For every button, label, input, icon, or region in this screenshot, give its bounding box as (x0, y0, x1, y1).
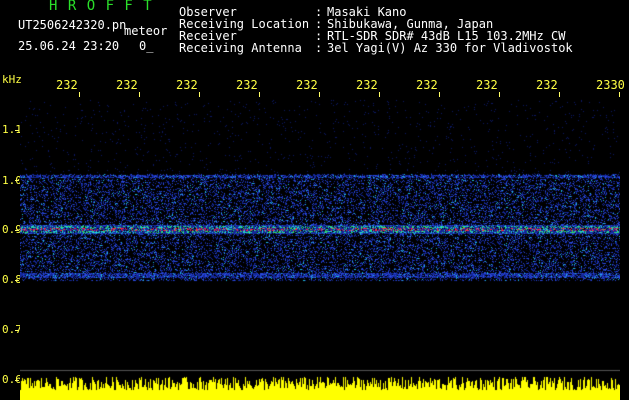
freq-tick (15, 130, 19, 131)
time-tick (259, 92, 260, 97)
time-tick (619, 92, 620, 97)
app-title: H R O F F T (49, 0, 153, 14)
time-tick (199, 92, 200, 97)
time-tick-label: 232 (356, 78, 378, 92)
freq-tick (15, 230, 19, 231)
time-tick-label: 232 (296, 78, 318, 92)
time-tick (139, 92, 140, 97)
time-tick-label: 232 (476, 78, 498, 92)
time-tick-label: 232 (176, 78, 198, 92)
time-tick-label: 232 (236, 78, 258, 92)
mode-label: meteor (124, 24, 168, 38)
filename-label: UT2506242320.pn (18, 18, 127, 32)
freq-tick (15, 380, 19, 381)
time-tick (319, 92, 320, 97)
time-tick-label: 232 (116, 78, 138, 92)
time-tick-label: 232 (416, 78, 438, 92)
freq-tick-label: 1.0 (2, 174, 22, 187)
time-tick-label: 232 (536, 78, 558, 92)
time-tick (379, 92, 380, 97)
freq-tick (15, 180, 19, 181)
frequency-unit-label: kHz (2, 73, 22, 86)
time-tick (559, 92, 560, 97)
time-tick-label: 232 (56, 78, 78, 92)
time-tick (439, 92, 440, 97)
antenna-label: Receiving Antenna (179, 41, 302, 55)
count-label: 0_ (139, 39, 154, 53)
time-tick (79, 92, 80, 97)
datetime-label: 25.06.24 23:20 (18, 39, 120, 53)
freq-tick (15, 330, 19, 331)
time-tick-label: 2330 (596, 78, 625, 92)
antenna-sep: : (315, 41, 323, 55)
spectrogram-canvas (20, 98, 620, 400)
antenna-value: 3el Yagi(V) Az 330 for Vladivostok (327, 41, 573, 55)
hrofft-screen: H R O F F T UT2506242320.pn meteor 25.06… (0, 0, 629, 400)
freq-tick (15, 280, 19, 281)
time-tick (499, 92, 500, 97)
